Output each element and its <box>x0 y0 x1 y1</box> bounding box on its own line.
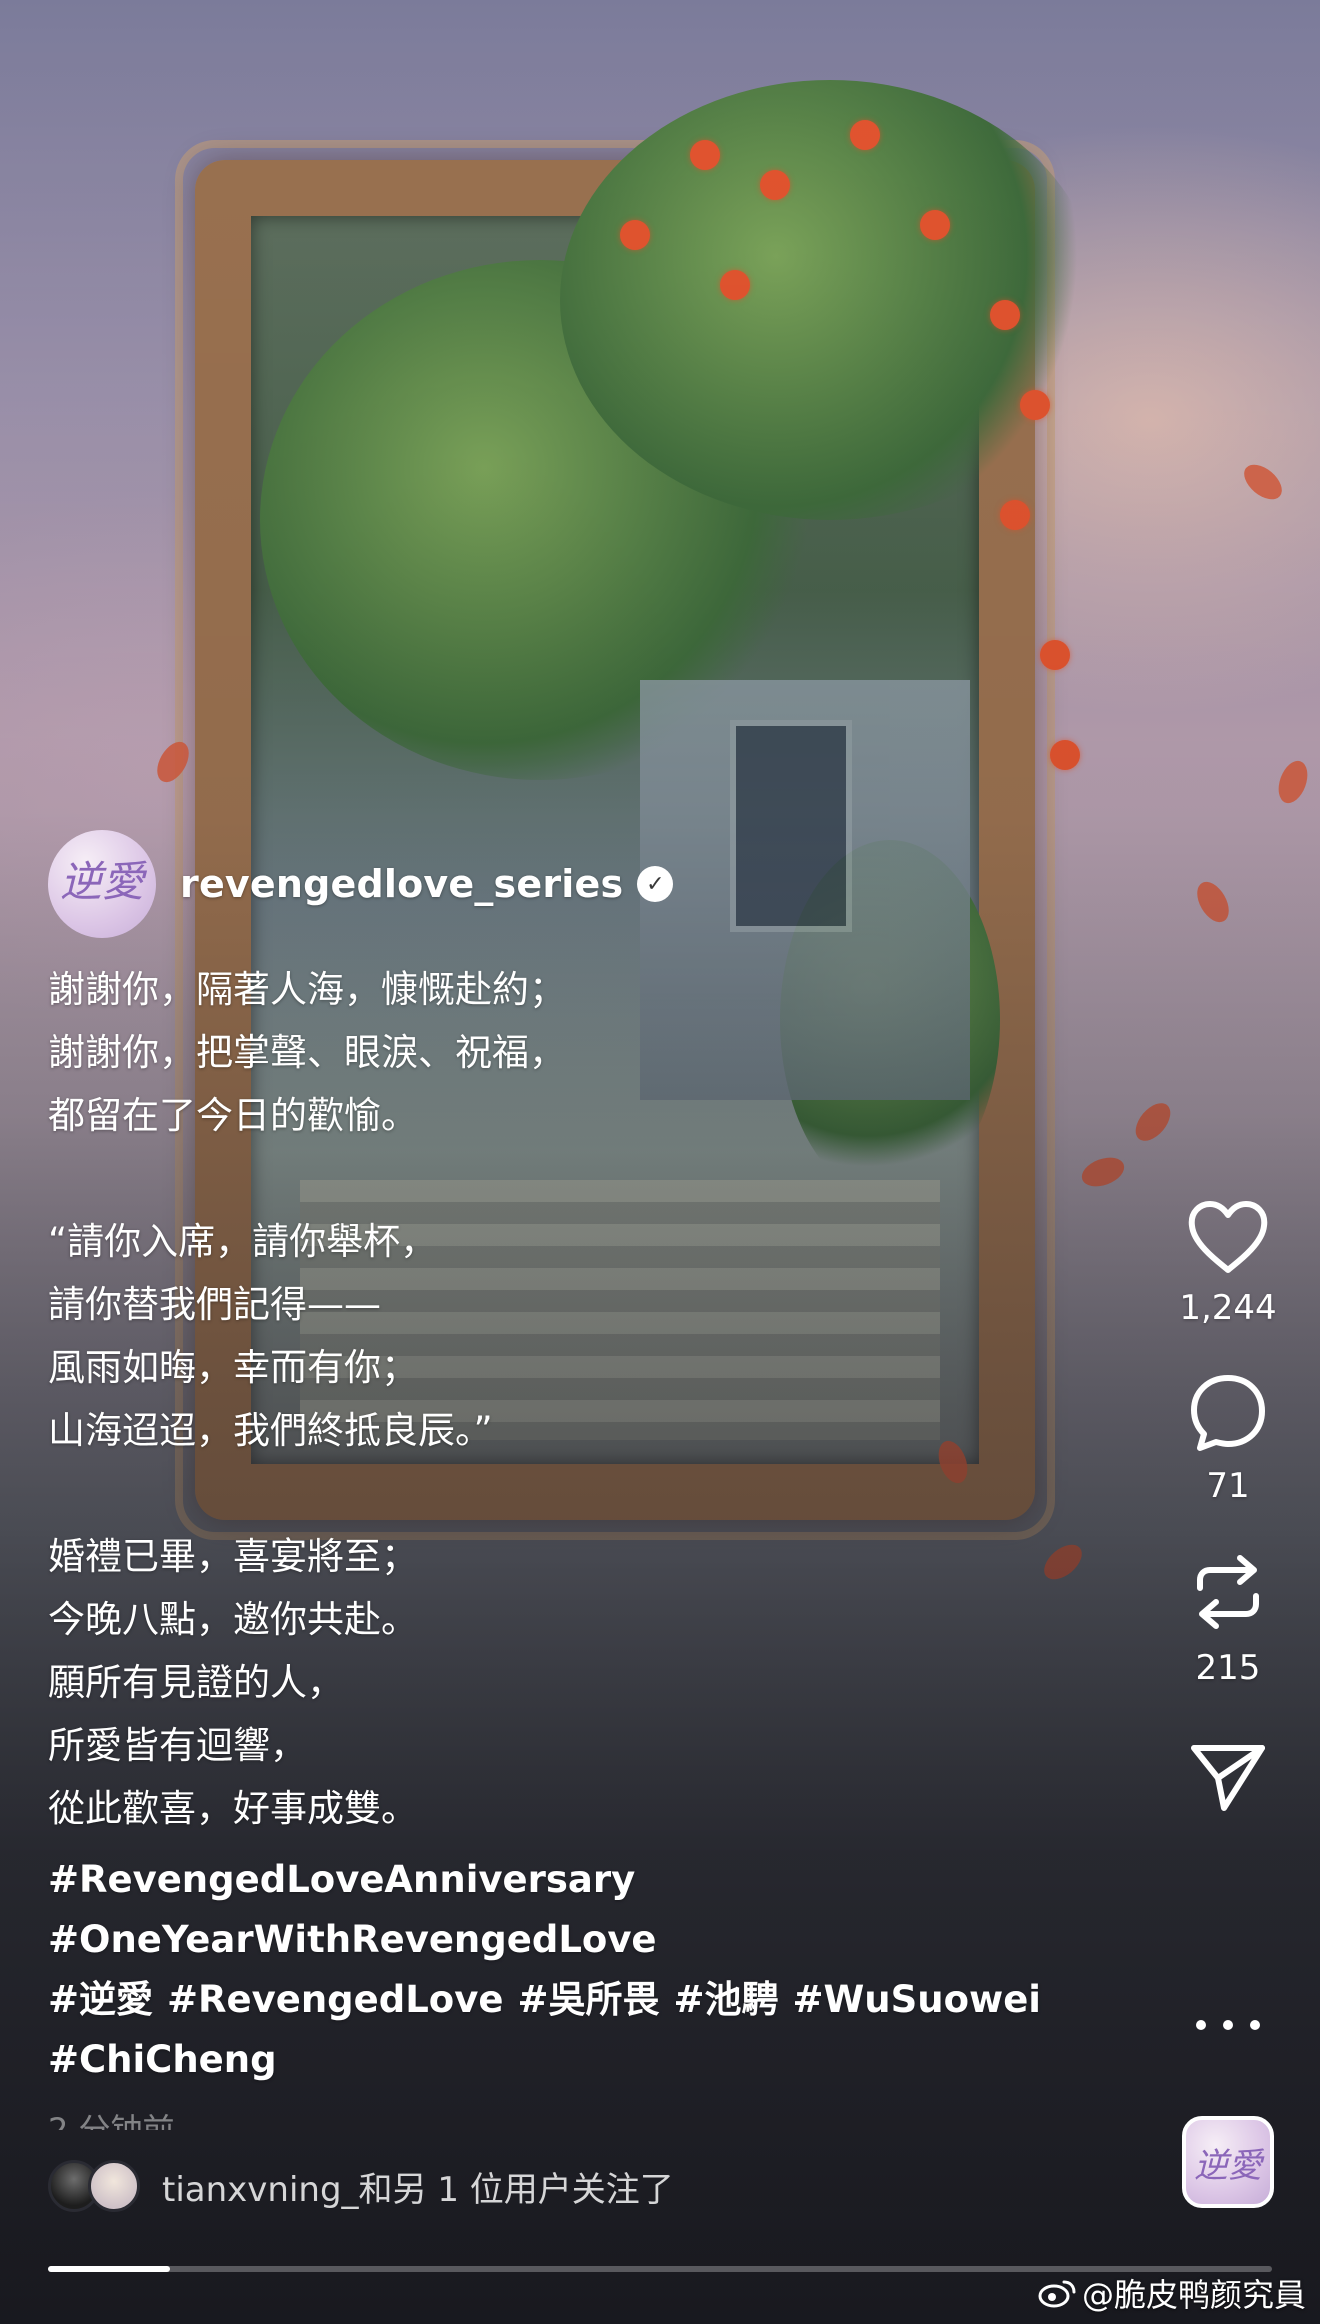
heart-icon <box>1188 1201 1268 1273</box>
dot <box>1250 2020 1260 2030</box>
hashtag-link[interactable]: #逆愛 <box>48 1978 153 2021</box>
caption-gap <box>48 1462 1048 1525</box>
author-avatar[interactable]: 逆愛 <box>48 830 156 938</box>
follower-avatar <box>88 2160 140 2212</box>
caption-line: 請你替我們記得—— <box>48 1283 381 1326</box>
post-caption: 謝謝你，隔著人海，慷慨赴約； 謝謝你，把掌聲、眼淚、祝福， 都留在了今日的歡愉。… <box>48 958 1048 1840</box>
caption-line: 山海迢迢，我們終抵良辰。” <box>48 1409 493 1452</box>
hashtag-link[interactable]: #池騁 <box>673 1978 778 2021</box>
followed-by-text: tianxvning_和另 1 位用户关注了 <box>162 2169 674 2210</box>
dot <box>1196 2020 1206 2030</box>
hashtag-link[interactable]: #RevengedLoveAnniversary <box>48 1858 635 1901</box>
hashtag-link[interactable]: #吳所畏 <box>517 1978 659 2021</box>
verified-badge-icon: ✓ <box>637 866 674 902</box>
post-time: 2 分钟前 <box>48 2111 175 2130</box>
comment-button[interactable]: 71 <box>1160 1372 1296 1506</box>
video-progress-fill <box>48 2266 171 2272</box>
audio-thumbnail[interactable]: 逆愛 <box>1182 2116 1274 2208</box>
audio-thumb-text: 逆愛 <box>1194 2145 1262 2186</box>
caption-line: 風雨如晦，幸而有你； <box>48 1346 418 1389</box>
caption-line: 謝謝你，把掌聲、眼淚、祝福， <box>48 1031 566 1074</box>
hashtag-row: #逆愛 #RevengedLove #吳所畏 #池騁 #WuSuowei <box>48 1970 1048 2030</box>
caption-line: 謝謝你，隔著人海，慷慨赴約； <box>48 968 566 1011</box>
followed-by[interactable]: tianxvning_和另 1 位用户关注了 <box>48 2160 674 2212</box>
action-rail: 1,244 71 215 <box>1160 1200 1296 1814</box>
caption-line: 願所有見證的人， <box>48 1661 344 1704</box>
send-icon <box>1191 1745 1265 1811</box>
caption-line: 從此歡喜，好事成雙。 <box>48 1787 418 1830</box>
caption-gap <box>48 1147 1048 1210</box>
like-count: 1,244 <box>1179 1288 1277 1328</box>
share-button[interactable] <box>1160 1738 1296 1814</box>
repost-icon <box>1197 1555 1259 1629</box>
caption-line: 都留在了今日的歡愉。 <box>48 1094 418 1137</box>
hashtag-link[interactable]: #ChiCheng <box>48 2038 277 2081</box>
comment-bubble-icon <box>1191 1375 1265 1451</box>
author-username[interactable]: revengedlove_series <box>180 862 623 906</box>
hashtag-row: #RevengedLoveAnniversary <box>48 1850 1048 1910</box>
repost-count: 215 <box>1195 1648 1261 1688</box>
hashtag-link[interactable]: #OneYearWithRevengedLove <box>48 1918 657 1961</box>
caption-line: 婚禮已畢，喜宴將至； <box>48 1535 418 1578</box>
watermark: @脆皮鸭颜究員 <box>1038 2270 1306 2316</box>
more-dots-icon[interactable] <box>1196 2010 1260 2040</box>
dot <box>1223 2020 1233 2030</box>
avatar-logo-text: 逆愛 <box>59 857 144 906</box>
hashtags: #RevengedLoveAnniversary #OneYearWithRev… <box>48 1850 1048 2090</box>
hashtag-row: #ChiCheng <box>48 2030 1048 2090</box>
weibo-icon <box>1038 2280 1076 2308</box>
repost-button[interactable]: 215 <box>1160 1550 1296 1688</box>
hashtag-link[interactable]: #WuSuowei <box>792 1978 1041 2021</box>
hashtag-link[interactable]: #RevengedLove <box>167 1978 503 2021</box>
like-button[interactable]: 1,244 <box>1160 1200 1296 1328</box>
comment-count: 71 <box>1206 1466 1250 1506</box>
caption-line: 今晚八點，邀你共赴。 <box>48 1598 418 1641</box>
caption-line: 所愛皆有迴響， <box>48 1724 307 1767</box>
caption-line: “請你入席，請你舉杯， <box>48 1220 438 1263</box>
watermark-text: @脆皮鸭颜究員 <box>1081 2276 1306 2314</box>
post-author[interactable]: 逆愛 revengedlove_series ✓ <box>48 830 674 938</box>
hashtag-row: #OneYearWithRevengedLove <box>48 1910 1048 1970</box>
